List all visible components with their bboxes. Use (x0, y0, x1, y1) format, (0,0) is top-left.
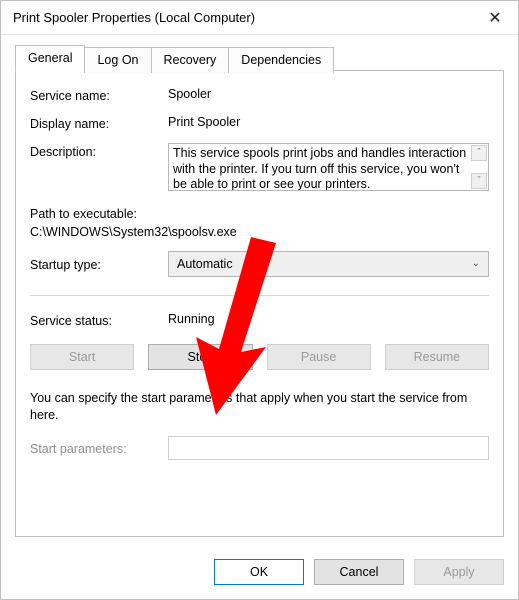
row-service-name: Service name: Spooler (30, 87, 489, 103)
resume-button: Resume (385, 344, 489, 370)
divider (30, 295, 489, 296)
close-button[interactable]: ✕ (472, 1, 518, 35)
service-control-buttons: Start Stop Pause Resume (30, 344, 489, 370)
stop-button[interactable]: Stop (148, 344, 252, 370)
tab-log-on[interactable]: Log On (84, 47, 151, 73)
row-display-name: Display name: Print Spooler (30, 115, 489, 131)
chevron-down-icon: ˇ (478, 175, 481, 186)
dialog-window: Print Spooler Properties (Local Computer… (0, 0, 519, 600)
ok-button[interactable]: OK (214, 559, 304, 585)
titlebar: Print Spooler Properties (Local Computer… (1, 1, 518, 35)
pause-button: Pause (267, 344, 371, 370)
dialog-body: General Log On Recovery Dependencies Ser… (1, 35, 518, 547)
tabstrip: General Log On Recovery Dependencies (15, 45, 504, 71)
startup-type-value: Automatic (177, 257, 233, 271)
tab-general[interactable]: General (15, 45, 85, 71)
row-description: Description: This service spools print j… (30, 143, 489, 191)
description-text: This service spools print jobs and handl… (173, 146, 466, 191)
scroll-up-button[interactable]: ˆ (471, 145, 487, 161)
dialog-footer: OK Cancel Apply (1, 547, 518, 599)
chevron-up-icon: ˆ (478, 147, 481, 158)
row-start-params: Start parameters: (30, 436, 489, 460)
service-status-value: Running (168, 312, 489, 326)
scroll-down-button[interactable]: ˇ (471, 173, 487, 189)
start-params-help: You can specify the start parameters tha… (30, 390, 489, 424)
description-label: Description: (30, 143, 168, 159)
description-textbox[interactable]: This service spools print jobs and handl… (168, 143, 489, 191)
path-value: C:\WINDOWS\System32\spoolsv.exe (30, 225, 489, 239)
row-path: Path to executable: C:\WINDOWS\System32\… (30, 207, 489, 239)
chevron-down-icon: ⌄ (472, 258, 480, 269)
path-label: Path to executable: (30, 207, 489, 221)
tab-dependencies[interactable]: Dependencies (228, 47, 334, 73)
service-name-value: Spooler (168, 87, 489, 101)
row-service-status: Service status: Running (30, 312, 489, 328)
start-params-label: Start parameters: (30, 440, 168, 456)
row-startup-type: Startup type: Automatic ⌄ (30, 251, 489, 277)
startup-type-select[interactable]: Automatic ⌄ (168, 251, 489, 277)
close-icon: ✕ (488, 8, 501, 28)
display-name-value: Print Spooler (168, 115, 489, 129)
display-name-label: Display name: (30, 115, 168, 131)
cancel-button[interactable]: Cancel (314, 559, 404, 585)
service-status-label: Service status: (30, 312, 168, 328)
apply-button: Apply (414, 559, 504, 585)
startup-type-label: Startup type: (30, 256, 168, 272)
tabpanel-general: Service name: Spooler Display name: Prin… (15, 70, 504, 537)
tab-recovery[interactable]: Recovery (151, 47, 230, 73)
start-button: Start (30, 344, 134, 370)
service-name-label: Service name: (30, 87, 168, 103)
window-title: Print Spooler Properties (Local Computer… (13, 10, 472, 25)
start-params-input (168, 436, 489, 460)
